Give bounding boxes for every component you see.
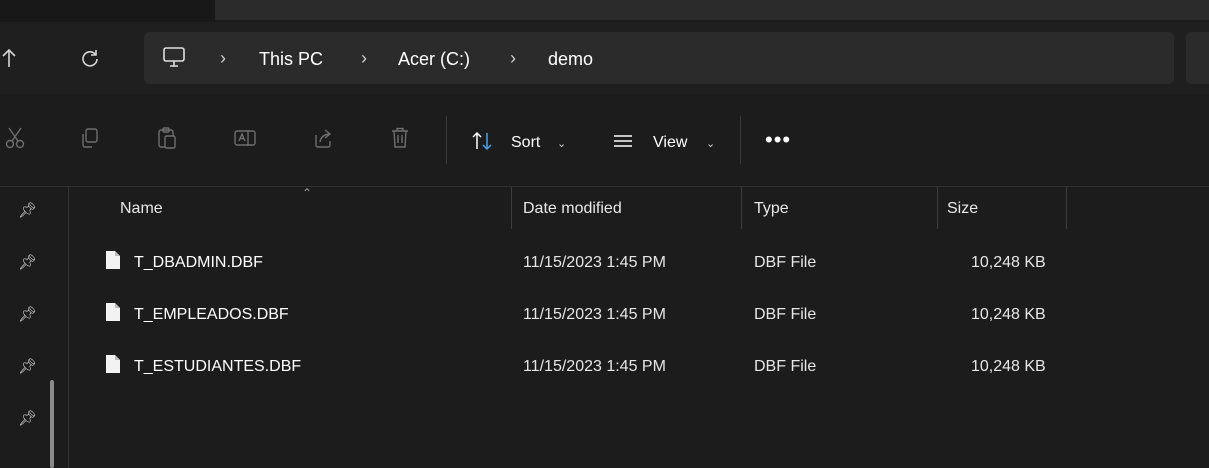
pin-icon[interactable]: 📌︎ (18, 305, 37, 323)
nav-scrollbar[interactable] (50, 380, 54, 468)
file-size: 10,248 KB (971, 358, 1046, 375)
file-name[interactable]: T_DBADMIN.DBF (134, 253, 263, 273)
file-icon (106, 251, 120, 269)
breadcrumb-separator[interactable]: › (361, 47, 367, 69)
paste-icon[interactable] (156, 126, 178, 150)
column-divider[interactable] (511, 187, 512, 229)
breadcrumb-demo[interactable]: demo (548, 48, 593, 70)
pin-icon[interactable]: 📌︎ (18, 409, 37, 427)
file-type: DBF File (754, 306, 817, 323)
rename-icon[interactable] (233, 126, 256, 150)
monitor-icon[interactable] (162, 46, 186, 73)
sort-label[interactable]: Sort (511, 133, 540, 153)
sort-ascending-icon: ⌃ (302, 186, 313, 200)
cut-icon[interactable] (5, 126, 27, 150)
up-button[interactable] (2, 48, 16, 72)
file-name[interactable]: T_EMPLEADOS.DBF (134, 305, 289, 325)
view-label[interactable]: View (653, 133, 687, 153)
breadcrumb-acer-drive[interactable]: Acer (C:) (398, 48, 470, 70)
view-list-icon (614, 135, 632, 147)
file-date: 11/15/2023 1:45 PM (523, 306, 666, 323)
column-divider[interactable] (741, 187, 742, 229)
file-date: 11/15/2023 1:45 PM (523, 358, 666, 375)
column-header-name[interactable]: Name (120, 199, 163, 219)
breadcrumb-separator[interactable]: › (510, 47, 516, 69)
refresh-button[interactable] (80, 48, 100, 72)
file-size: 10,248 KB (971, 306, 1046, 323)
delete-icon[interactable] (389, 126, 411, 150)
column-header-size[interactable]: Size (947, 199, 978, 219)
breadcrumb-separator[interactable]: › (220, 47, 226, 69)
column-divider[interactable] (937, 187, 938, 229)
command-divider (446, 116, 447, 164)
chevron-down-icon[interactable]: ⌄ (706, 137, 715, 150)
file-date: 11/15/2023 1:45 PM (523, 254, 666, 271)
search-box-edge[interactable] (1186, 32, 1209, 84)
share-icon[interactable] (312, 126, 334, 150)
arrow-up-icon (2, 48, 16, 67)
chevron-down-icon[interactable]: ⌄ (557, 137, 566, 150)
column-divider[interactable] (1066, 187, 1067, 229)
file-type: DBF File (754, 358, 817, 375)
file-size: 10,248 KB (971, 254, 1046, 271)
tab-bar-background (215, 0, 1209, 20)
column-header-type[interactable]: Type (754, 199, 789, 219)
pin-icon[interactable]: 📌︎ (18, 201, 37, 219)
copy-icon[interactable] (79, 126, 101, 150)
refresh-icon (82, 50, 98, 67)
more-options-button[interactable]: ••• (765, 129, 791, 151)
file-name[interactable]: T_ESTUDIANTES.DBF (134, 357, 301, 377)
pin-icon[interactable]: 📌︎ (18, 357, 37, 375)
file-icon (106, 355, 120, 373)
column-header-date[interactable]: Date modified (523, 199, 622, 219)
sort-icon (472, 131, 492, 151)
breadcrumb-this-pc[interactable]: This PC (259, 48, 323, 70)
file-type: DBF File (754, 254, 817, 271)
pin-icon[interactable]: 📌︎ (18, 253, 37, 271)
command-divider (740, 116, 741, 164)
file-icon (106, 303, 120, 321)
command-bar (0, 94, 1209, 187)
